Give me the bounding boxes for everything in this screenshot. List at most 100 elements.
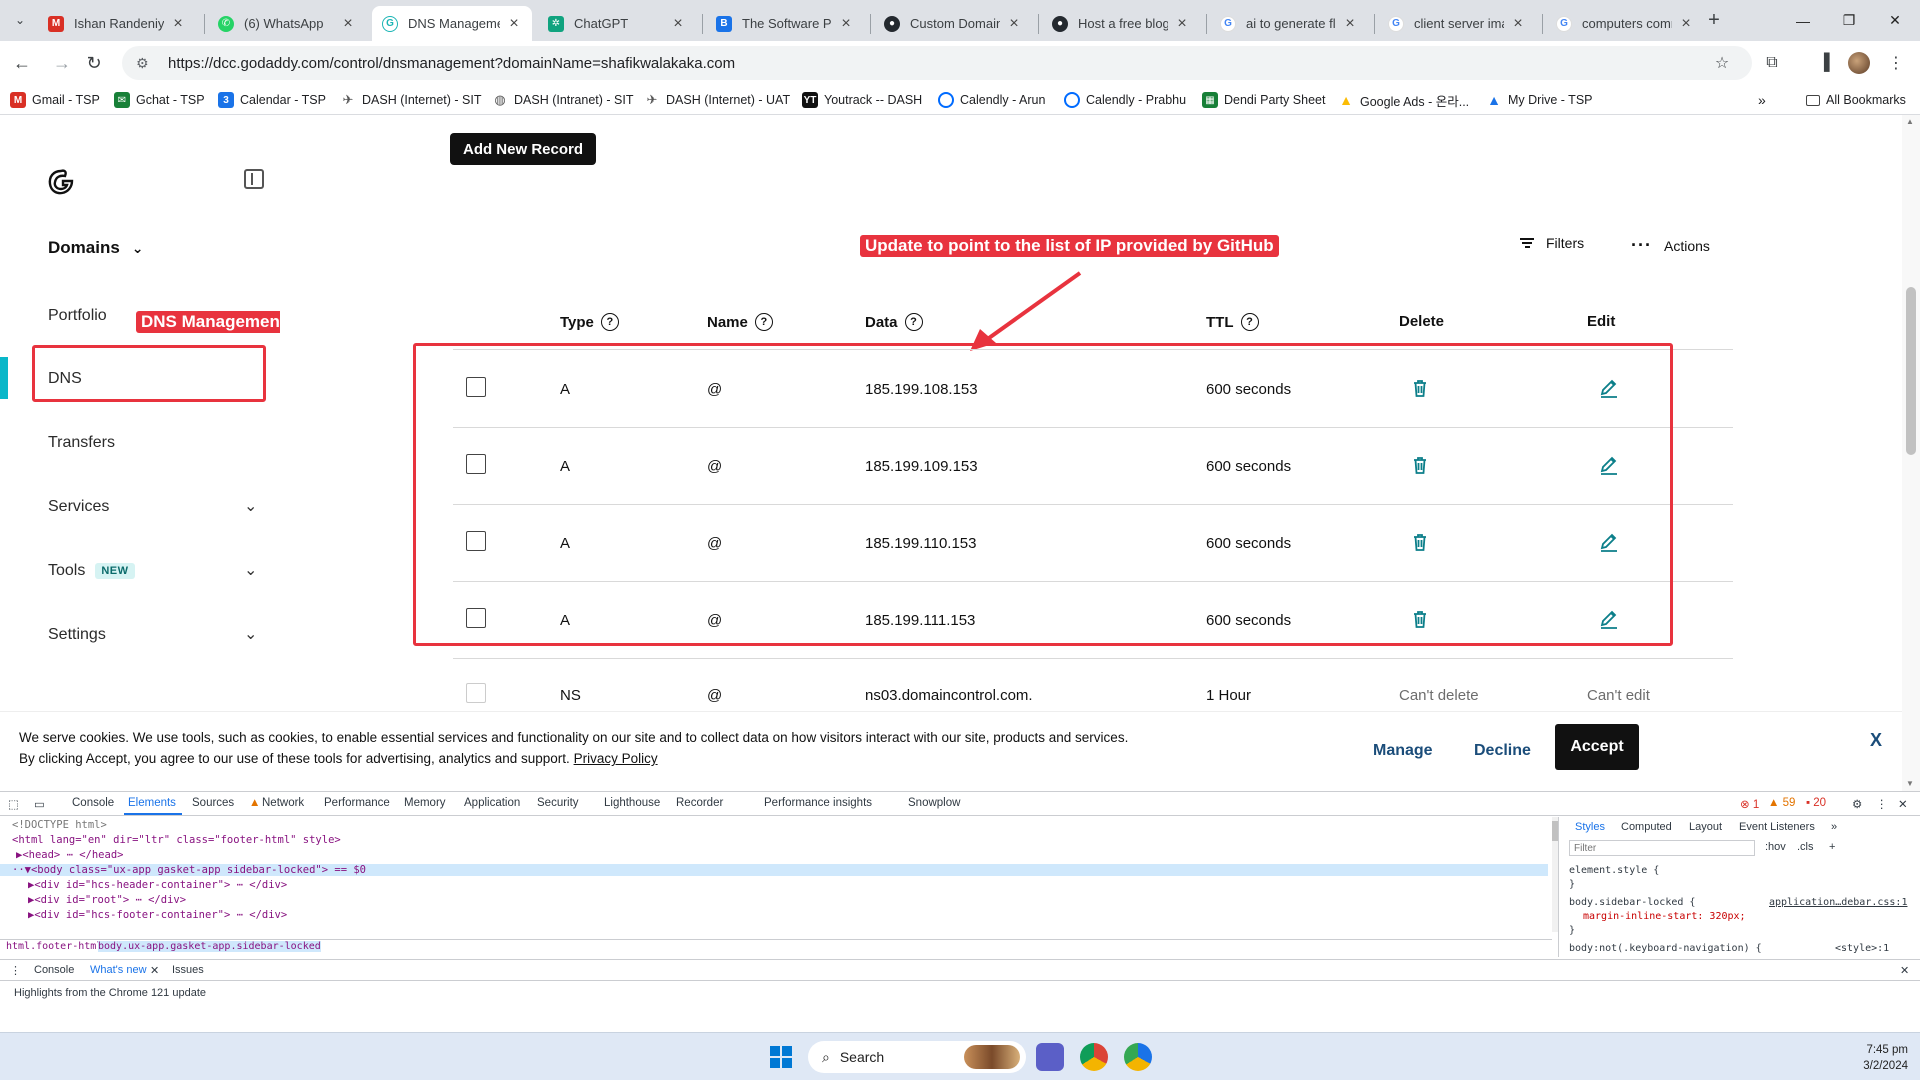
browser-tab[interactable]: ✲ ChatGPT × [538,6,696,41]
devtools-tab-memory[interactable]: Memory [404,797,446,809]
dom-node[interactable]: <!DOCTYPE html> [12,819,107,831]
restore-button[interactable]: ❐ [1826,0,1872,41]
more-tabs-icon[interactable]: » [1831,821,1837,833]
layout-tab[interactable]: Layout [1689,821,1722,833]
more-bookmarks-icon[interactable]: » [1758,90,1766,110]
windows-start-icon[interactable] [770,1046,792,1068]
styles-tab[interactable]: Styles [1575,821,1605,833]
hov-toggle[interactable]: :hov [1765,841,1786,853]
error-count-badge[interactable]: ⊗ 1 [1740,797,1759,811]
devtools-tab-performance[interactable]: Performance [324,797,390,809]
add-new-record-button[interactable]: Add New Record [450,133,596,165]
drawer-tab-console[interactable]: Console [34,964,74,976]
new-tab-button[interactable]: + [1700,6,1728,34]
dom-node[interactable]: ▶<div id="hcs-header-container"> ⋯ </div… [28,879,287,891]
close-icon[interactable]: × [340,15,356,33]
taskbar-clock[interactable]: 7:45 pm 3/2/2024 [1838,1042,1908,1074]
inspect-icon[interactable]: ⬚ [8,797,19,811]
bookmark-item[interactable]: Calendly - Prabhu [1064,90,1186,110]
column-header-data[interactable]: Data? [865,313,923,331]
close-icon[interactable]: × [838,15,854,33]
breadcrumb-item[interactable]: html.footer-html [6,941,102,952]
column-header-name[interactable]: Name? [707,313,773,331]
column-header-type[interactable]: Type? [560,313,619,331]
devtools-tab-application[interactable]: Application [464,797,520,809]
close-icon[interactable]: × [670,15,686,33]
tab-search-icon[interactable]: ⌄ [6,6,34,34]
style-source[interactable]: <style>:1 [1835,943,1889,954]
browser-tab-active[interactable]: G DNS Managemen × [372,6,532,41]
chevron-down-icon[interactable]: ⌄ [244,496,257,516]
style-rule[interactable]: element.style { [1569,865,1659,876]
cls-toggle[interactable]: .cls [1797,841,1814,853]
style-declaration[interactable]: margin-inline-start: 320px; [1583,911,1746,922]
accept-button[interactable]: Accept [1555,724,1639,770]
minimize-button[interactable]: — [1780,0,1826,41]
drawer-close-icon[interactable]: ✕ [1900,964,1909,977]
actions-button[interactable]: ··· Actions [1631,235,1710,256]
bookmark-item[interactable]: ▲ My Drive - TSP [1486,90,1592,110]
help-icon[interactable]: ? [904,313,923,331]
bookmark-item[interactable]: YT Youtrack -- DASH [802,90,922,110]
sidebar-item-services[interactable]: Services [48,498,109,516]
bookmark-item[interactable]: Calendly - Arun [938,90,1045,110]
privacy-policy-link[interactable]: Privacy Policy [574,751,658,766]
browser-tab[interactable]: ● Custom Domain, | × [874,6,1032,41]
bookmark-item[interactable]: ✈ DASH (Internet) - UAT [644,90,791,110]
godaddy-logo[interactable] [46,167,76,197]
browser-tab[interactable]: M Ishan Randeniya - × [38,6,196,41]
settings-gear-icon[interactable]: ⚙ [1852,797,1862,811]
sidebar-item-portfolio[interactable]: Portfolio [48,307,107,325]
dom-node[interactable]: <html lang="en" dir="ltr" class="footer-… [12,834,341,846]
site-info-icon[interactable]: ⚙ [136,55,154,72]
chrome-dev-icon[interactable] [1124,1043,1152,1071]
sidebar-item-settings[interactable]: Settings [48,626,106,644]
avatar[interactable] [1848,52,1870,74]
devtools-tab-elements[interactable]: Elements [128,797,176,809]
window-close-button[interactable]: ✕ [1872,0,1918,41]
devtools-tab-performance-insights[interactable]: Performance insights [764,797,872,809]
bookmark-item[interactable]: ✉ Gchat - TSP [114,90,205,110]
help-icon[interactable]: ? [600,313,619,331]
scrollbar-thumb[interactable] [1906,287,1916,455]
close-icon[interactable]: X [1870,730,1882,751]
page-scrollbar[interactable]: ▲ ▼ [1902,115,1920,791]
dom-node[interactable]: ▶<head> ⋯ </head> [16,849,123,861]
browser-tab[interactable]: G ai to generate flo × [1210,6,1368,41]
reload-button[interactable]: ↻ [80,49,108,77]
browser-tab[interactable]: ● Host a free blog | × [1042,6,1200,41]
devtools-tab-recorder[interactable]: Recorder [676,797,723,809]
bookmark-item[interactable]: 3 Calendar - TSP [218,90,326,110]
style-rule[interactable]: body.sidebar-locked { [1569,897,1695,908]
bookmark-item[interactable]: ▦ Dendi Party Sheet [1202,90,1325,110]
collapse-sidebar-icon[interactable] [244,169,264,189]
filters-button[interactable]: Filters [1520,235,1584,251]
domains-menu[interactable]: Domains ⌄ [48,238,144,258]
all-bookmarks[interactable]: All Bookmarks [1806,90,1906,110]
menu-icon[interactable]: ⋮ [1882,49,1910,77]
dom-node[interactable]: ▶<div id="root"> ⋯ </div> [28,894,186,906]
teams-icon[interactable] [1036,1043,1064,1071]
drawer-tab-issues[interactable]: Issues [172,964,204,976]
drawer-tab-whats-new[interactable]: What's new [90,964,147,976]
bookmark-item[interactable]: ◍ DASH (Intranet) - SIT [492,90,633,110]
browser-tab[interactable]: B The Software Prac × [706,6,864,41]
browser-tab[interactable]: G computers comm × [1546,6,1704,41]
close-icon[interactable]: × [1510,15,1526,33]
bookmark-star-icon[interactable]: ☆ [1708,49,1736,77]
devtools-tab-sources[interactable]: Sources [192,797,234,809]
chrome-icon[interactable] [1080,1043,1108,1071]
address-bar[interactable]: ⚙ https://dcc.godaddy.com/control/dnsman… [122,46,1752,80]
devtools-tab-network[interactable]: Network [262,797,304,809]
bookmark-item[interactable]: M Gmail - TSP [10,90,100,110]
chevron-down-icon[interactable]: ⌄ [244,560,257,580]
close-icon[interactable]: × [1006,15,1022,33]
close-icon[interactable]: ✕ [150,964,159,977]
manage-button[interactable]: Manage [1373,742,1433,760]
close-icon[interactable]: × [1174,15,1190,33]
devtools-tab-console[interactable]: Console [72,797,114,809]
issues-count-badge[interactable]: ▪ 20 [1806,797,1826,809]
forward-button[interactable]: → [48,49,76,77]
back-button[interactable]: ← [8,49,36,77]
warning-count-badge[interactable]: ▲ 59 [1768,797,1795,809]
